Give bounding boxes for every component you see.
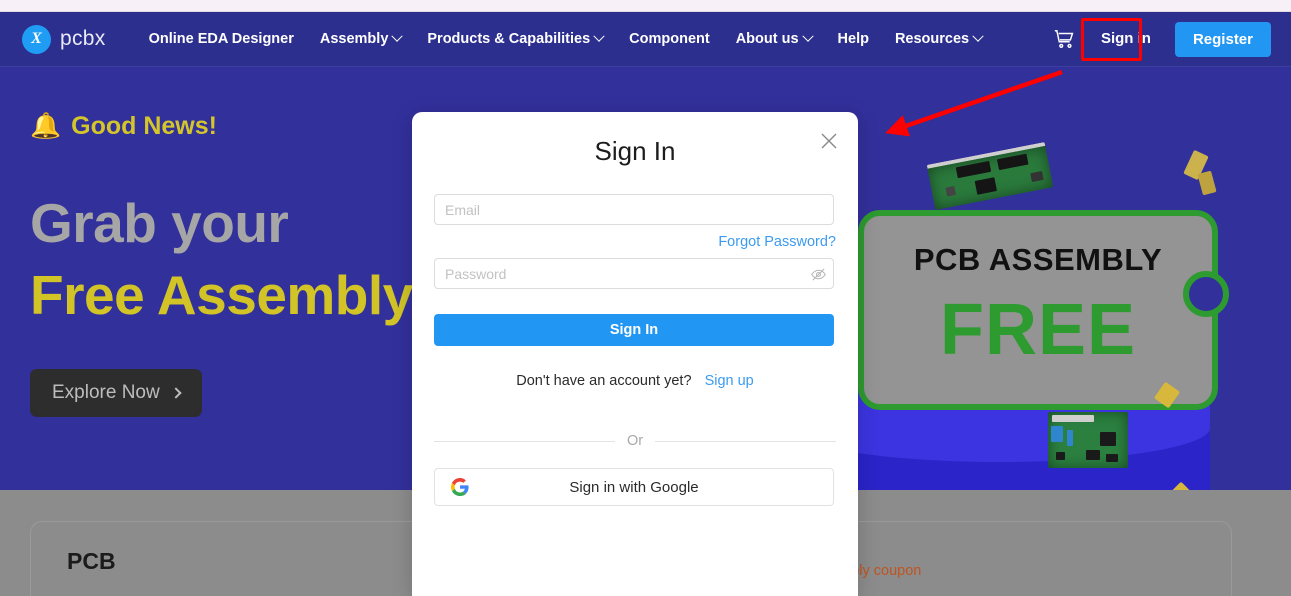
nav-item-label: Products & Capabilities bbox=[427, 31, 591, 47]
nav-item-label: Assembly bbox=[319, 31, 389, 47]
signin-button[interactable]: Sign in bbox=[1087, 23, 1165, 55]
pcb-board-graphic-bottom bbox=[1048, 412, 1128, 468]
chevron-down-icon bbox=[801, 30, 814, 42]
card-title-pcb: PCB bbox=[67, 548, 116, 574]
nav-item-resources[interactable]: Resources bbox=[882, 25, 995, 53]
hero-chip-highlight: FREE bbox=[939, 290, 1137, 370]
email-input[interactable] bbox=[434, 194, 834, 225]
hero-badge-label: Good News! bbox=[71, 112, 217, 140]
password-input[interactable] bbox=[434, 258, 834, 289]
close-icon[interactable] bbox=[817, 129, 841, 153]
nav-item-online-eda-designer[interactable]: Online EDA Designer bbox=[136, 25, 307, 53]
modal-title: Sign In bbox=[594, 136, 676, 166]
chevron-right-icon bbox=[170, 387, 182, 399]
nav-item-help[interactable]: Help bbox=[825, 25, 882, 53]
chevron-down-icon bbox=[972, 30, 984, 42]
page-root: X pcbx Online EDA Designer Assembly Prod… bbox=[0, 0, 1291, 596]
forgot-password-row: Forgot Password? bbox=[434, 233, 836, 251]
explore-now-label: Explore Now bbox=[52, 382, 160, 403]
signup-link[interactable]: Sign up bbox=[705, 373, 754, 389]
google-signin-label: Sign in with Google bbox=[569, 478, 699, 496]
chevron-down-icon bbox=[593, 30, 605, 42]
nav-item-label: Online EDA Designer bbox=[148, 31, 294, 47]
hero-chip-title: PCB ASSEMBLY bbox=[913, 242, 1163, 277]
nav-item-about-us[interactable]: About us bbox=[723, 25, 825, 53]
pcb-board-graphic-top bbox=[926, 141, 1054, 211]
nav-item-label: Resources bbox=[894, 31, 970, 47]
bell-icon: 🔔 bbox=[30, 112, 62, 140]
signin-form: Forgot Password? Sign In Don't have an a… bbox=[412, 194, 858, 506]
brand-name: pcbx bbox=[60, 27, 106, 50]
chevron-down-icon bbox=[391, 30, 404, 42]
eye-off-icon[interactable] bbox=[809, 265, 827, 283]
nav-item-component[interactable]: Component bbox=[616, 25, 723, 53]
signin-submit-button[interactable]: Sign In bbox=[434, 314, 834, 346]
divider-or: Or bbox=[434, 433, 837, 449]
nav-links: Online EDA Designer Assembly Products & … bbox=[136, 25, 1049, 53]
signup-prompt-row: Don't have an account yet? Sign up bbox=[434, 373, 836, 389]
signup-prompt-label: Don't have an account yet? bbox=[516, 373, 692, 389]
site-navbar: X pcbx Online EDA Designer Assembly Prod… bbox=[0, 12, 1291, 67]
explore-now-button[interactable]: Explore Now bbox=[30, 369, 202, 417]
register-button[interactable]: Register bbox=[1174, 21, 1271, 57]
top-browser-strip bbox=[0, 0, 1291, 12]
pcb-assembly-card-graphic: PCB ASSEMBLY FREE bbox=[858, 210, 1229, 410]
nav-item-products-capabilities[interactable]: Products & Capabilities bbox=[414, 25, 616, 53]
divider-label: Or bbox=[626, 433, 644, 449]
nav-item-label: Component bbox=[629, 31, 710, 47]
shopping-cart-icon[interactable] bbox=[1049, 24, 1079, 54]
pcbx-logo-icon: X bbox=[22, 24, 51, 54]
divider-line-right bbox=[655, 440, 837, 442]
forgot-password-link[interactable]: Forgot Password? bbox=[718, 234, 836, 250]
nav-item-assembly[interactable]: Assembly bbox=[307, 25, 415, 53]
brand-logo[interactable]: X pcbx bbox=[22, 24, 106, 54]
signin-button-label: Sign in bbox=[1100, 30, 1151, 47]
navbar-actions: Sign in Register bbox=[1049, 21, 1271, 57]
nav-item-label: Help bbox=[837, 31, 869, 47]
google-signin-button[interactable]: Sign in with Google bbox=[434, 468, 834, 506]
password-field-wrapper bbox=[434, 258, 836, 289]
signin-modal: Sign In Forgot Password? bbox=[412, 112, 858, 596]
confetti-piece bbox=[1197, 170, 1217, 196]
google-g-icon bbox=[450, 477, 470, 497]
divider-line-left bbox=[434, 440, 615, 442]
nav-item-label: About us bbox=[735, 31, 799, 47]
